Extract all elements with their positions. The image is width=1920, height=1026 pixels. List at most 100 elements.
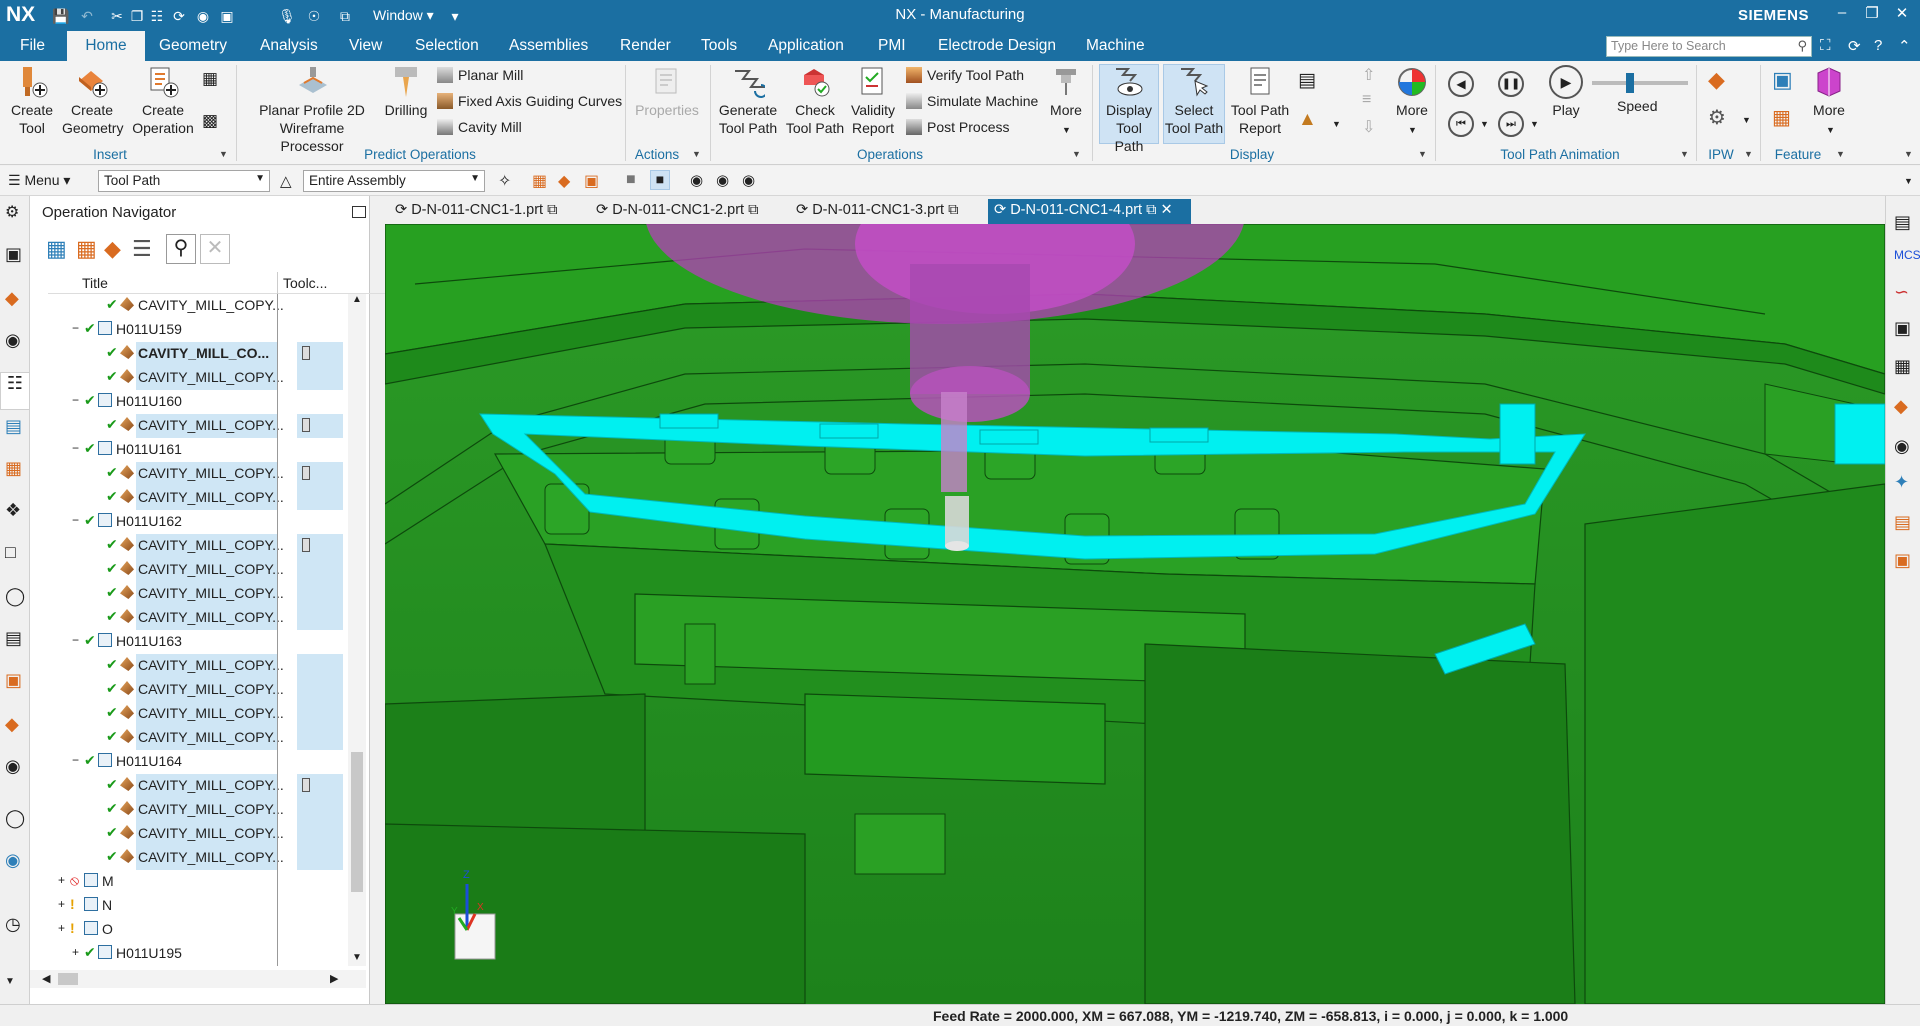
group-row[interactable]: +! O (48, 918, 360, 942)
group-row[interactable]: − ✔ H011U163 (48, 630, 360, 654)
tab-file[interactable]: File (20, 31, 45, 61)
pause-icon[interactable]: ❚❚ (1498, 71, 1524, 97)
part-navigator-icon[interactable]: ▣ (5, 244, 27, 266)
skip-forward-dropdown[interactable]: ▼ (1530, 119, 1539, 129)
window-menu[interactable]: Window ▾ (373, 7, 434, 24)
navigator-horizontal-scrollbar[interactable]: ◀ ▶ (30, 970, 366, 988)
expand-toggle-icon[interactable]: − (72, 321, 79, 335)
display-3d-icon[interactable]: ▤ (1894, 212, 1911, 233)
select-body-icon[interactable]: ◆ (558, 171, 570, 191)
selection-scope-select[interactable]: Entire Assembly ▼ (303, 170, 485, 192)
ribbon-overflow-dropdown[interactable]: ▼ (1904, 149, 1913, 159)
operations-more-button[interactable]: More (1048, 65, 1084, 119)
touch-mode-icon[interactable]: ◉ (194, 6, 212, 26)
navigator-maximize-icon[interactable] (352, 206, 366, 218)
scroll-left-icon[interactable]: ◀ (42, 972, 50, 985)
program-order-view-icon[interactable]: ▦ (46, 236, 67, 262)
switch-window-icon[interactable]: ⧉ (336, 6, 354, 26)
constraint-navigator-icon[interactable]: ◉ (5, 330, 27, 352)
refresh-icon[interactable]: ⟳ (1848, 37, 1861, 55)
validity-report-button[interactable]: Validity Report (848, 65, 898, 137)
ipw-icon[interactable]: ◆ (1708, 67, 1725, 93)
tab-tools[interactable]: Tools (701, 31, 737, 61)
select-face-icon[interactable]: ▣ (584, 171, 599, 191)
doc-tab-cnc1-1[interactable]: ⟳ D-N-011-CNC1-1.prt ⧉ (389, 199, 563, 224)
scroll-up-icon[interactable]: ▲ (352, 294, 362, 305)
group-row[interactable]: − ✔ H011U162 (48, 510, 360, 534)
move-down-icon[interactable]: ⇩ (1362, 117, 1375, 137)
tab-pmi[interactable]: PMI (878, 31, 906, 61)
microphone-icon[interactable]: 🎙 (278, 6, 296, 26)
operation-navigator-icon[interactable]: ☷ (0, 372, 30, 410)
animation-group-dropdown[interactable]: ▼ (1680, 149, 1689, 159)
expand-toggle-icon[interactable]: − (72, 753, 79, 767)
operations-more-dropdown[interactable]: ▼ (1062, 125, 1071, 135)
machine-tool-view-icon[interactable]: ▦ (76, 236, 97, 262)
expand-toggle-icon[interactable]: + (72, 945, 79, 959)
display-more-button[interactable]: More (1390, 65, 1434, 119)
expand-toggle-icon[interactable]: + (58, 921, 65, 935)
paste-icon[interactable]: ☷ (148, 6, 166, 26)
display-more-dropdown[interactable]: ▼ (1408, 125, 1417, 135)
expand-toggle-icon[interactable]: − (72, 513, 79, 527)
system-materials-icon[interactable]: ▣ (5, 670, 27, 692)
doc-tab-cnc1-2[interactable]: ⟳ D-N-011-CNC1-2.prt ⧉ (590, 199, 764, 224)
doc-tab-close-icon[interactable]: ✕ (1160, 202, 1172, 218)
feature-icon[interactable]: ▣ (1772, 67, 1793, 93)
operation-row[interactable]: ✔ CAVITY_MILL_COPY... (48, 534, 360, 558)
expand-toggle-icon[interactable]: − (72, 441, 79, 455)
collapse-ribbon-icon[interactable]: ⌃ (1898, 37, 1911, 55)
tool-icon[interactable]: ◆ (1894, 396, 1908, 417)
verify-tool-path-button[interactable]: Verify Tool Path (906, 67, 1024, 83)
show-hide-icon[interactable]: ◉ (690, 171, 703, 189)
feature-more-button[interactable]: More (1808, 65, 1850, 119)
simulate-machine-button[interactable]: Simulate Machine (906, 93, 1038, 109)
hd3d-tools-icon[interactable]: □ (5, 542, 27, 564)
group-row[interactable]: +! N (48, 894, 360, 918)
properties-button[interactable]: Properties (632, 65, 702, 119)
scroll-right-icon[interactable]: ▶ (330, 972, 338, 985)
group-row[interactable]: − ✔ H011U159 (48, 318, 360, 342)
display-option-icon[interactable]: ▤ (1298, 69, 1324, 95)
skip-forward-icon[interactable]: ⏭ (1498, 111, 1524, 137)
insert-extra2-icon[interactable]: ▩ (202, 111, 226, 135)
repeat-command-icon[interactable]: ⟳ (170, 6, 188, 26)
customize-chevron-icon[interactable]: ▾ (446, 6, 464, 26)
feature-navigator-icon[interactable]: ▦ (5, 458, 27, 480)
restore-icon[interactable]: ❐ (1858, 4, 1886, 22)
feature-more-dropdown[interactable]: ▼ (1826, 125, 1835, 135)
operation-row[interactable]: ✔ CAVITY_MILL_COPY... (48, 414, 360, 438)
tab-analysis[interactable]: Analysis (260, 31, 318, 61)
save-icon[interactable]: 💾 (52, 6, 70, 26)
vertical-scroll-thumb[interactable] (351, 752, 363, 892)
roles-icon[interactable]: ◯ (5, 808, 27, 830)
operation-row[interactable]: ✔ CAVITY_MILL_COPY... (48, 846, 360, 870)
column-separator[interactable] (277, 272, 278, 294)
create-tool-button[interactable]: Create Tool (6, 65, 58, 137)
operation-row[interactable]: ✔ CAVITY_MILL_COPY... (48, 726, 360, 750)
brush-icon[interactable]: ✦ (1894, 472, 1909, 493)
create-geometry-button[interactable]: Create Geometry (62, 65, 123, 137)
history-icon[interactable]: ▤ (5, 628, 27, 650)
doc-tab-cnc1-4[interactable]: ⟳ D-N-011-CNC1-4.prt ⧉ ✕ (988, 199, 1191, 224)
minimize-icon[interactable]: – (1828, 4, 1856, 21)
copy-geometry-icon[interactable]: ▣ (1894, 318, 1911, 339)
expand-toggle-icon[interactable]: − (72, 633, 79, 647)
report-icon[interactable]: ▤ (1894, 512, 1911, 533)
operation-row[interactable]: ✔ CAVITY_MILL_COPY... (48, 798, 360, 822)
group-row[interactable]: − ✔ H011U160 (48, 390, 360, 414)
planar-profile-2d-button[interactable]: Planar Profile 2D Wireframe Processor (248, 65, 378, 155)
tool-path-report-button[interactable]: Tool Path Report (1229, 65, 1291, 137)
generate-tool-path-button[interactable]: Generate Tool Path (716, 65, 780, 137)
select-assembly-icon[interactable]: ■ (650, 170, 670, 190)
speed-slider-thumb[interactable] (1626, 73, 1635, 93)
group-row[interactable]: + ⦸ M (48, 870, 360, 894)
search-icon[interactable]: ⚲ (1797, 38, 1807, 54)
operation-row[interactable]: ✔ CAVITY_MILL_COPY... (48, 558, 360, 582)
move-mid-icon[interactable]: ≡ (1362, 91, 1371, 109)
tab-render[interactable]: Render (620, 31, 671, 61)
hide-icon[interactable]: ◉ (1894, 436, 1910, 457)
ipw-tool-icon[interactable]: ⚙ (1708, 105, 1726, 130)
graphics-window[interactable]: Z X Y (385, 224, 1885, 1004)
tab-machine[interactable]: Machine (1086, 31, 1145, 61)
